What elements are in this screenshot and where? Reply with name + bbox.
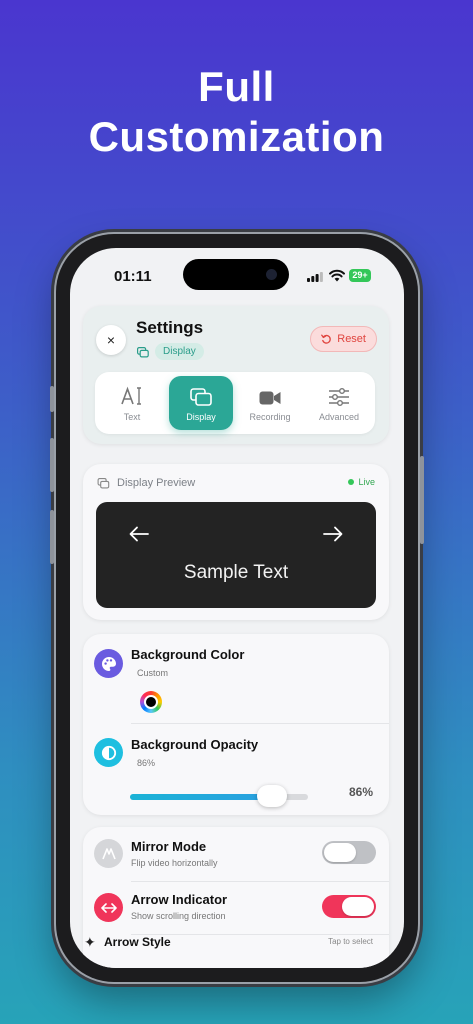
background-settings-card: Background Color Custom Background Opaci… — [83, 634, 389, 815]
tab-text[interactable]: Text — [100, 376, 164, 430]
cellular-signal-icon — [307, 272, 323, 282]
tab-advanced[interactable]: Advanced — [307, 376, 371, 430]
arrow-indicator-sub: Show scrolling direction — [131, 911, 226, 921]
divider — [131, 723, 389, 724]
divider — [131, 881, 389, 882]
display-icon — [190, 388, 212, 406]
tab-label: Display — [186, 412, 216, 422]
arrow-style-title: Arrow Style — [104, 935, 171, 949]
display-preview-card: Display Preview Live Sample Text — [83, 464, 389, 620]
opacity-slider[interactable] — [130, 785, 308, 807]
battery-indicator: 29+ — [349, 269, 371, 282]
power-button — [420, 456, 424, 544]
sparkle-icon: ✦ — [84, 934, 96, 950]
app-screen: 01:11 29+ × Settings Display Reset Text — [70, 248, 404, 968]
opacity-value: 86% — [348, 785, 373, 799]
opacity-icon — [94, 738, 123, 767]
headline-line-1: Full — [198, 63, 275, 110]
mirror-mode-title: Mirror Mode — [131, 839, 207, 854]
volume-up-button — [50, 438, 54, 492]
tab-label: Text — [123, 412, 141, 422]
tab-label: Advanced — [318, 412, 360, 422]
mirror-mode-toggle[interactable] — [322, 841, 376, 864]
live-label: Live — [358, 477, 375, 487]
display-icon — [137, 347, 149, 358]
close-icon: × — [106, 332, 116, 348]
tab-recording[interactable]: Recording — [238, 376, 302, 430]
display-icon — [97, 477, 110, 488]
mirror-icon — [94, 839, 123, 868]
sample-text: Sample Text — [183, 562, 289, 583]
preview-heading-label: Display Preview — [117, 477, 196, 489]
background-color-sub: Custom — [137, 668, 169, 678]
tab-label: Recording — [249, 412, 291, 422]
video-camera-icon — [259, 391, 281, 405]
background-opacity-title: Background Opacity — [131, 737, 259, 752]
arrow-style-row[interactable]: ✦ Arrow Style Tap to select — [84, 932, 388, 958]
breadcrumb: Display — [155, 343, 204, 360]
arrow-indicator-toggle[interactable] — [322, 895, 376, 918]
slider-thumb[interactable] — [257, 785, 287, 807]
status-bar: 01:11 29+ — [70, 248, 404, 302]
mirror-mode-sub: Flip video horizontally — [131, 858, 218, 868]
live-dot-icon — [348, 479, 355, 485]
reset-icon — [321, 334, 332, 344]
headline-line-2: Customization — [88, 113, 385, 160]
wifi-icon — [329, 269, 345, 282]
settings-header-card: × Settings Display Reset Text Display Re… — [83, 306, 389, 444]
volume-down-button — [50, 510, 54, 564]
sliders-icon — [329, 388, 349, 406]
color-swatch[interactable] — [140, 691, 162, 713]
arrow-style-hint: Tap to select — [328, 937, 373, 946]
arrow-indicator-title: Arrow Indicator — [131, 892, 228, 907]
phone-frame: 01:11 29+ × Settings Display Reset Text — [50, 234, 424, 982]
tab-display[interactable]: Display — [169, 376, 233, 430]
status-time: 01:11 — [114, 268, 152, 285]
arrow-right-icon — [323, 526, 343, 542]
arrow-indicator-icon — [94, 893, 123, 922]
headline: Full Customization — [0, 62, 473, 162]
preview-display: Sample Text — [96, 502, 376, 608]
background-color-title: Background Color — [131, 647, 245, 662]
selected-color — [144, 695, 158, 709]
dynamic-island — [183, 259, 289, 290]
live-badge: Live — [348, 477, 375, 487]
page-title: Settings — [136, 318, 204, 337]
arrow-left-icon — [129, 526, 149, 542]
settings-tabs: Text Display Recording Advanced — [95, 372, 375, 434]
reset-label: Reset — [337, 333, 366, 345]
toggle-knob — [324, 843, 356, 862]
background-opacity-sub: 86% — [137, 758, 156, 768]
preview-heading: Display Preview — [97, 477, 195, 489]
palette-icon — [94, 649, 123, 678]
action-button — [50, 386, 54, 412]
close-button[interactable]: × — [96, 325, 126, 355]
reset-button[interactable]: Reset — [310, 326, 377, 352]
toggle-knob — [342, 897, 374, 916]
text-cursor-icon — [121, 386, 141, 405]
camera-dot — [266, 269, 277, 280]
slider-fill — [130, 794, 272, 800]
